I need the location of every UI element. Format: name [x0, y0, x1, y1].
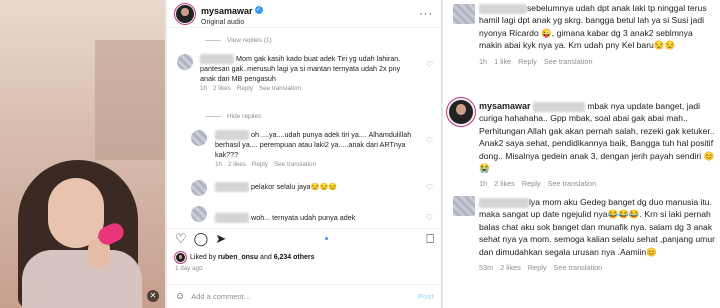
- redacted-username: [479, 3, 527, 14]
- zoomed-comments-panel: sebelumnya udah dpt anak laki tp ninggal…: [443, 0, 720, 308]
- reply-button[interactable]: Reply: [528, 263, 547, 272]
- comment-likes[interactable]: 1 like: [494, 57, 511, 66]
- reply-button[interactable]: Reply: [237, 85, 253, 92]
- redacted-username: [215, 213, 249, 224]
- see-translation-link[interactable]: See translation: [554, 263, 603, 272]
- heart-icon[interactable]: ♡: [175, 231, 187, 247]
- avatar[interactable]: [191, 180, 207, 196]
- author-reply: mysamawar mbak nya update banget, jadi c…: [479, 100, 717, 188]
- reply-button[interactable]: Reply: [522, 179, 541, 188]
- add-comment-input[interactable]: Add a comment...: [191, 292, 250, 301]
- view-replies-link[interactable]: View replies (1): [205, 37, 272, 44]
- add-comment-bar: ☺ Add a comment... Post: [167, 284, 441, 308]
- instagram-post-panel: mysamawar ✓ Original audio ··· View repli…: [167, 0, 442, 308]
- comment-likes[interactable]: 2 likes: [213, 85, 231, 92]
- hide-replies-link[interactable]: Hide replies: [205, 113, 261, 120]
- video-shelf: [95, 40, 165, 160]
- redacted-username: [215, 182, 249, 193]
- comment-likes[interactable]: 2 likes: [228, 161, 246, 168]
- heart-icon[interactable]: ♡: [426, 60, 433, 69]
- redacted-username: [532, 101, 585, 112]
- comment-icon[interactable]: ◯: [194, 231, 209, 247]
- carousel-indicator: [324, 237, 328, 240]
- post-author: mysamawar ✓ Original audio: [201, 1, 263, 26]
- comment-text: woh... ternyata udah punya adek: [251, 213, 356, 222]
- liked-user[interactable]: ruben_onsu: [218, 254, 258, 261]
- liked-and: and: [260, 254, 272, 261]
- reply-button[interactable]: Reply: [252, 161, 268, 168]
- more-icon[interactable]: ···: [419, 8, 433, 20]
- see-translation-link[interactable]: See translation: [259, 85, 301, 92]
- username[interactable]: mysamawar: [201, 6, 253, 16]
- comment-text: pelakor selalu jaya😒😒😒: [251, 182, 338, 191]
- reply-button[interactable]: Reply: [518, 57, 537, 66]
- comment: lya mom aku Gedeg banget dg duo manusia …: [479, 196, 717, 272]
- avatar[interactable]: [447, 98, 475, 126]
- share-icon[interactable]: ➤: [215, 231, 226, 247]
- bookmark-icon[interactable]: ⎕: [426, 231, 434, 247]
- see-translation-link[interactable]: See translation: [544, 57, 593, 66]
- audio-label[interactable]: Original audio: [201, 19, 263, 26]
- comment-time: 1h: [200, 85, 208, 93]
- comment-time: 1h: [479, 56, 488, 66]
- comment-text: mbak nya update banget, jadi curiga haha…: [479, 101, 715, 174]
- post-time: 1 day ago: [175, 265, 203, 272]
- avatar[interactable]: [177, 54, 193, 70]
- avatar[interactable]: [453, 4, 475, 24]
- heart-icon[interactable]: ♡: [426, 136, 433, 145]
- comment: oh ....ya....udah punya adek tiri ya....…: [215, 130, 415, 168]
- comment: woh... ternyata udah punya adek: [215, 213, 415, 224]
- video-frame[interactable]: ✕: [0, 0, 165, 308]
- emoji-icon[interactable]: ☺: [175, 291, 185, 302]
- liked-by-row: Liked by ruben_onsu and 6,234 others: [175, 252, 315, 263]
- comment-time: 1h: [215, 161, 223, 169]
- heart-icon[interactable]: ♡: [426, 183, 433, 192]
- action-bar: ♡ ◯ ➤ ⎕: [167, 228, 441, 248]
- video-person-body: [22, 250, 142, 308]
- redacted-username: [200, 54, 234, 65]
- comment-time: 1h: [479, 179, 488, 189]
- heart-icon[interactable]: ♡: [426, 213, 433, 222]
- post-button[interactable]: Post: [418, 292, 434, 301]
- avatar[interactable]: [453, 196, 475, 216]
- redacted-username: [479, 197, 529, 208]
- avatar[interactable]: [175, 3, 195, 24]
- liked-prefix: Liked by: [190, 254, 217, 261]
- comment-likes[interactable]: 2 likes: [494, 179, 515, 188]
- comment-time: 53m: [479, 263, 494, 273]
- avatar: [175, 252, 186, 263]
- avatar[interactable]: [191, 130, 207, 146]
- screenshot-collage: ✕ mysamawar ✓ Original audio ··· View rep…: [0, 0, 720, 308]
- see-translation-link[interactable]: See translation: [274, 161, 316, 168]
- comment: sebelumnya udah dpt anak laki tp ninggal…: [479, 2, 717, 66]
- liked-count[interactable]: 6,234 others: [274, 254, 315, 261]
- mute-icon[interactable]: ✕: [147, 290, 159, 302]
- comment-likes[interactable]: 2 likes: [500, 263, 521, 272]
- redacted-username: [215, 130, 249, 141]
- comment: pelakor selalu jaya😒😒😒: [215, 182, 415, 193]
- username[interactable]: mysamawar: [479, 101, 531, 111]
- post-header: mysamawar ✓ Original audio ···: [167, 0, 441, 28]
- comment: Mom gak kasih kado buat adek Tiri yg uda…: [200, 54, 415, 92]
- verified-icon: ✓: [254, 5, 263, 14]
- see-translation-link[interactable]: See translation: [547, 179, 596, 188]
- avatar[interactable]: [191, 206, 207, 222]
